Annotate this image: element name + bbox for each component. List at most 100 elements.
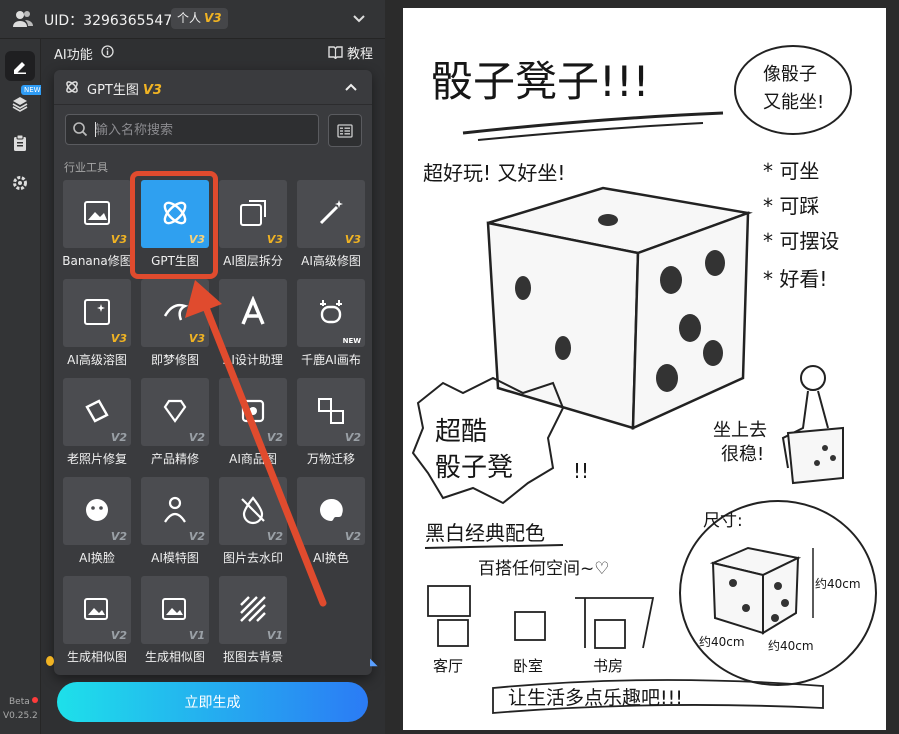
tool-version: V2 xyxy=(266,431,283,444)
tool-label: AI模特图 xyxy=(151,551,199,565)
dim-depth: 约40cm xyxy=(768,638,814,653)
tool-tile[interactable]: V2 老照片修复 xyxy=(58,378,136,474)
tool-thumb: V2 xyxy=(297,378,365,446)
tool-thumb: V3 xyxy=(219,180,287,248)
tool-tile[interactable]: NEW 千鹿AI画布 xyxy=(292,279,370,375)
tool-tile[interactable]: V2 万物迁移 xyxy=(292,378,370,474)
card-header[interactable]: GPT生图 V3 xyxy=(54,70,372,105)
account-type: 个人 xyxy=(177,11,202,25)
expand-icon[interactable]: ◣ xyxy=(370,657,378,668)
clipboard-tab[interactable] xyxy=(5,128,35,158)
tool-label: 产品精修 xyxy=(150,452,199,466)
beta-label: Beta xyxy=(9,697,30,707)
feature-2: * 可踩 xyxy=(763,194,819,218)
tool-thumb: V2 xyxy=(63,576,131,644)
exclaim: !! xyxy=(573,459,589,483)
tool-thumb: V2 xyxy=(141,378,209,446)
tool-thumb: V3 xyxy=(63,180,131,248)
tool-label: 抠图去背景 xyxy=(222,650,283,664)
tool-tile[interactable]: V2 AI模特图 xyxy=(136,477,214,573)
tutorial-link[interactable]: 教程 xyxy=(328,43,373,62)
tool-version: V2 xyxy=(188,530,205,543)
gpt-icon xyxy=(66,81,78,93)
tool-thumb: V2 xyxy=(219,477,287,545)
generate-button[interactable]: 立即生成 xyxy=(57,682,368,722)
tutorial-label: 教程 xyxy=(347,47,374,62)
image-edit-icon xyxy=(84,201,110,225)
info-icon[interactable] xyxy=(101,45,114,58)
tool-label: 生成相似图 xyxy=(66,650,127,664)
tool-tile[interactable]: V2 图片去水印 xyxy=(214,477,292,573)
deer-icon xyxy=(320,300,342,324)
list-view-button[interactable] xyxy=(328,114,362,147)
similar-icon xyxy=(84,598,108,620)
room-1: 客厅 xyxy=(433,657,463,675)
layers-tab[interactable]: NEW xyxy=(5,85,44,119)
tool-version: V2 xyxy=(266,530,283,543)
layer-split-icon xyxy=(240,200,266,226)
clipboard-icon xyxy=(14,134,26,151)
palette-icon xyxy=(320,498,343,521)
tool-tile[interactable]: V3 Banana修图 xyxy=(58,180,136,276)
tool-tile[interactable]: V3 即梦修图 xyxy=(136,279,214,375)
sit-note-1: 坐上去 xyxy=(713,420,767,441)
tool-version: V2 xyxy=(110,530,127,543)
feature-1-text: 可坐 xyxy=(779,159,819,183)
tool-tile[interactable]: V1 生成相似图 xyxy=(136,576,214,672)
tool-tile[interactable]: V2 生成相似图 xyxy=(58,576,136,672)
tool-thumb: V3 xyxy=(297,180,365,248)
room-3: 书房 xyxy=(593,657,623,675)
edit-tab[interactable] xyxy=(5,51,35,81)
feature-4: * 好看! xyxy=(763,267,827,291)
face-icon xyxy=(86,499,108,521)
highlight-frame xyxy=(130,171,218,279)
tool-tile[interactable]: V2 产品精修 xyxy=(136,378,214,474)
fun-line: 超好玩! 又好坐! xyxy=(423,161,565,185)
tool-tile[interactable]: V2 AI换色 xyxy=(292,477,370,573)
settings-tab[interactable] xyxy=(5,168,35,198)
speech-bubble xyxy=(734,45,852,135)
chevron-up-icon[interactable] xyxy=(344,80,358,94)
tool-version: V1 xyxy=(188,629,205,642)
tool-label: AI商品图 xyxy=(229,452,277,466)
tool-version: V2 xyxy=(188,431,205,444)
chevron-down-icon[interactable] xyxy=(352,12,366,26)
sit-note-2: 很稳! xyxy=(721,444,764,465)
size-title: 尺寸: xyxy=(703,511,743,531)
feature-2-text: 可踩 xyxy=(779,194,819,218)
tool-tile[interactable]: V3 AI图层拆分 xyxy=(214,180,292,276)
tool-tile[interactable]: AI设计助理 xyxy=(214,279,292,375)
tool-thumb: NEW xyxy=(297,279,365,347)
tool-tile[interactable]: V1 抠图去背景 xyxy=(214,576,292,672)
tool-tile[interactable]: V3 AI高级溶图 xyxy=(58,279,136,375)
dream-icon xyxy=(163,303,189,321)
watermark-remove-icon xyxy=(241,496,265,525)
migrate-icon xyxy=(318,398,344,424)
search-input[interactable] xyxy=(93,119,312,141)
image-canvas[interactable]: 骰子凳子!!! 像骰子 又能坐! 超好玩! 又好坐! * 可坐 * 可踩 * 可… xyxy=(403,8,886,730)
search-box[interactable] xyxy=(65,114,319,145)
tool-thumb: V3 xyxy=(141,279,209,347)
tool-tile[interactable]: V2 AI商品图 xyxy=(214,378,292,474)
tool-sidebar: NEW xyxy=(0,39,44,734)
model-icon xyxy=(164,496,186,523)
tool-label: Banana修图 xyxy=(62,254,132,268)
tool-thumb: V3 xyxy=(63,279,131,347)
tool-label: 万物迁移 xyxy=(306,452,355,466)
edit-icon xyxy=(14,62,26,74)
list-view-icon xyxy=(337,123,353,138)
search-icon xyxy=(73,122,88,137)
account-bar: UID：3296365547 个人 V3 xyxy=(0,0,385,39)
tool-tile[interactable]: V2 AI换脸 xyxy=(58,477,136,573)
bubble-line-1: 像骰子 xyxy=(763,64,817,85)
art-title: 骰子凳子!!! xyxy=(431,57,650,106)
dim-height: 约40cm xyxy=(815,576,861,591)
tool-version: V3 xyxy=(188,332,205,345)
tool-label: AI高级修图 xyxy=(301,254,361,268)
category-label: 行业工具 xyxy=(64,161,108,174)
tool-label: 即梦修图 xyxy=(150,353,199,367)
tool-thumb: V1 xyxy=(141,576,209,644)
tool-version: V2 xyxy=(110,431,127,444)
dim-width: 约40cm xyxy=(699,634,745,649)
tool-tile[interactable]: V3 AI高级修图 xyxy=(292,180,370,276)
